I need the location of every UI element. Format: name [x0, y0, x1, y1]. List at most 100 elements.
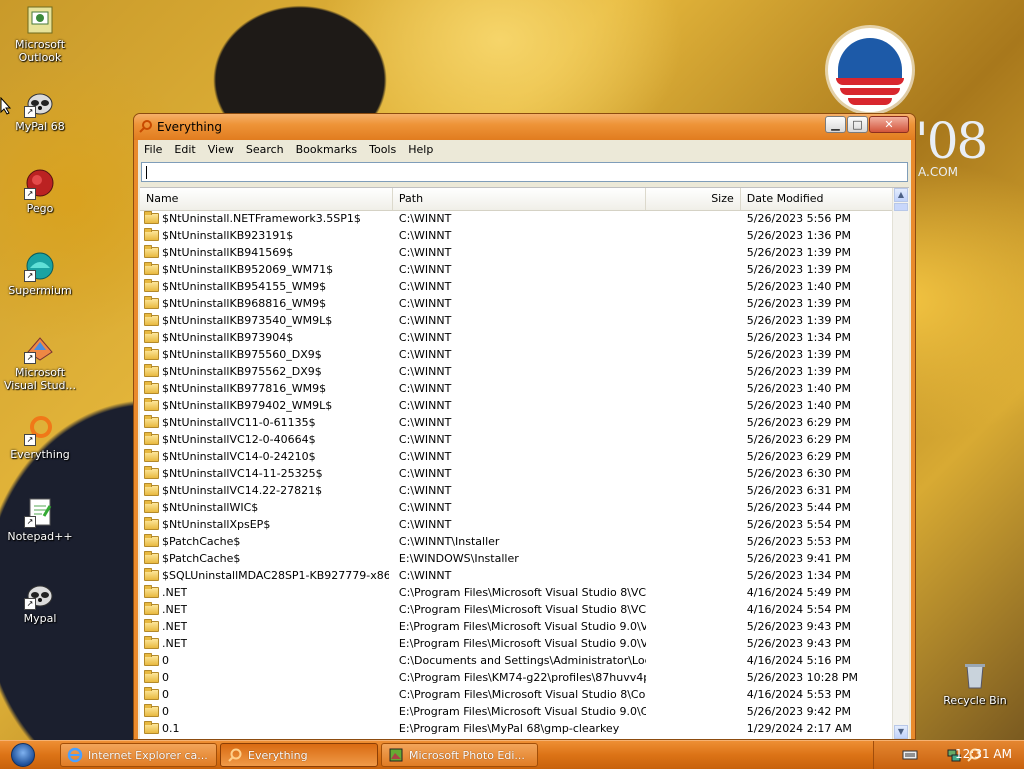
- table-row[interactable]: $NtUninstallKB952069_WM71$ C:\WINNT 5/26/2…: [140, 261, 893, 278]
- window-titlebar[interactable]: Everything ▁ □ ✕: [134, 114, 915, 140]
- wallpaper-site: A.COM: [918, 165, 958, 179]
- taskbar-button-everything[interactable]: Everything: [220, 743, 378, 767]
- desktop-icon-label: Everything: [10, 448, 70, 461]
- cell-size: [646, 635, 741, 652]
- desktop-icon-everything[interactable]: ↗ Everything: [1, 414, 79, 461]
- desktop-icon-visual-studio[interactable]: ↗ Microsoft Visual Stud...: [1, 332, 79, 392]
- minimize-button[interactable]: ▁: [825, 116, 846, 133]
- results-list[interactable]: Name Path Size Date Modified $NtUninstal…: [140, 187, 909, 739]
- cell-name: 0.1: [140, 720, 393, 737]
- table-row[interactable]: $NtUninstallKB954155_WM9$ C:\WINNT 5/26/20…: [140, 278, 893, 295]
- taskbar-button-internet-explorer[interactable]: Internet Explorer ca...: [60, 743, 217, 767]
- table-row[interactable]: $NtUninstallKB979402_WM9L$ C:\WINNT 5/26/2…: [140, 397, 893, 414]
- search-input[interactable]: [141, 162, 908, 182]
- desktop-icon-label: Microsoft Visual Stud...: [3, 366, 77, 392]
- folder-icon: [144, 636, 159, 649]
- table-row[interactable]: $NtUninstallWIC$ C:\WINNT 5/26/2023 5:44 P…: [140, 499, 893, 516]
- cell-size: [646, 703, 741, 720]
- table-row[interactable]: $NtUninstallVC14.22-27821$ C:\WINNT 5/26/2…: [140, 482, 893, 499]
- menu-view[interactable]: View: [202, 140, 240, 160]
- desktop-icon-outlook[interactable]: Microsoft Outlook: [1, 4, 79, 64]
- table-row[interactable]: $PatchCache$ E:\WINDOWS\Installer 5/26/202…: [140, 550, 893, 567]
- taskbar-button-photo-editor[interactable]: Microsoft Photo Edi...: [381, 743, 538, 767]
- desktop-icon-notepadpp[interactable]: ↗ Notepad++: [1, 496, 79, 543]
- close-button[interactable]: ✕: [869, 116, 909, 133]
- cell-size: [646, 448, 741, 465]
- desktop-icon-mypal-68[interactable]: ↗ MyPal 68: [1, 86, 79, 133]
- column-header-date-modified[interactable]: Date Modified: [741, 188, 894, 210]
- table-row[interactable]: $NtUninstallXpsEP$ C:\WINNT 5/26/2023 5:54…: [140, 516, 893, 533]
- column-header-path[interactable]: Path: [393, 188, 646, 210]
- table-row[interactable]: $NtUninstallVC14-0-24210$ C:\WINNT 5/26/20…: [140, 448, 893, 465]
- cell-name: $PatchCache$: [140, 533, 393, 550]
- folder-icon: [144, 534, 159, 547]
- table-row[interactable]: $NtUninstallKB973904$ C:\WINNT 5/26/2023 1…: [140, 329, 893, 346]
- menu-tools[interactable]: Tools: [363, 140, 402, 160]
- table-row[interactable]: $NtUninstallKB975562_DX9$ C:\WINNT 5/26/20…: [140, 363, 893, 380]
- menu-search[interactable]: Search: [240, 140, 290, 160]
- cell-size: [646, 567, 741, 584]
- table-row[interactable]: 0 C:\Program Files\KM74-g22\profiles\87hu…: [140, 669, 893, 686]
- menu-edit[interactable]: Edit: [168, 140, 201, 160]
- folder-icon: [144, 364, 159, 377]
- file-name: $NtUninstallKB954155_WM9$: [162, 280, 327, 293]
- file-name: $NtUninstallKB968816_WM9$: [162, 297, 327, 310]
- taskbar-clock[interactable]: 12:31 AM: [955, 747, 1012, 761]
- vertical-scrollbar[interactable]: ▲ ▼: [892, 188, 909, 739]
- cell-date-modified: 5/26/2023 1:36 PM: [746, 229, 852, 242]
- cell-date-modified: 5/26/2023 1:40 PM: [746, 399, 852, 412]
- table-row[interactable]: $NtUninstallVC11-0-61135$ C:\WINNT 5/26/20…: [140, 414, 893, 431]
- table-row[interactable]: $NtUninstallKB968816_WM9$ C:\WINNT 5/26/20…: [140, 295, 893, 312]
- table-row[interactable]: .NET C:\Program Files\Microsoft Visual St…: [140, 601, 893, 618]
- table-row[interactable]: $NtUninstallKB977816_WM9$ C:\WINNT 5/26/20…: [140, 380, 893, 397]
- table-row[interactable]: $NtUninstall.NETFramework3.5SP1$ C:\WINNT…: [140, 210, 893, 227]
- table-row[interactable]: 0 E:\Program Files\Microsoft Visual Studi…: [140, 703, 893, 720]
- table-row[interactable]: 0 C:\Program Files\Microsoft Visual Studi…: [140, 686, 893, 703]
- cell-path: C:\WINNT: [398, 484, 452, 497]
- cell-path: C:\WINNT: [398, 416, 452, 429]
- cell-path: C:\WINNT: [398, 212, 452, 225]
- table-row[interactable]: $NtUninstallKB975560_DX9$ C:\WINNT 5/26/20…: [140, 346, 893, 363]
- cell-size: [646, 414, 741, 431]
- table-row[interactable]: $NtUninstallVC12-0-40664$ C:\WINNT 5/26/20…: [140, 431, 893, 448]
- desktop-icon-pego[interactable]: ↗ Pego: [1, 168, 79, 215]
- cell-path: C:\WINNT: [398, 263, 452, 276]
- cell-name: $NtUninstallKB977816_WM9$: [140, 380, 393, 397]
- table-row[interactable]: $NtUninstallKB973540_WM9L$ C:\WINNT 5/26/2…: [140, 312, 893, 329]
- table-row[interactable]: $NtUninstallKB923191$ C:\WINNT 5/26/2023 1…: [140, 227, 893, 244]
- column-header-name[interactable]: Name: [140, 188, 393, 210]
- cell-name: $NtUninstallKB973904$: [140, 329, 393, 346]
- folder-icon: [144, 398, 159, 411]
- table-row[interactable]: .NET E:\Program Files\Microsoft Visual St…: [140, 635, 893, 652]
- table-row[interactable]: $NtUninstallVC14-11-25325$ C:\WINNT 5/26/2…: [140, 465, 893, 482]
- cell-path: E:\WINDOWS\Installer: [398, 552, 519, 565]
- scroll-thumb[interactable]: [894, 203, 908, 211]
- menu-bookmarks[interactable]: Bookmarks: [290, 140, 363, 160]
- scroll-up-arrow-icon[interactable]: ▲: [894, 188, 908, 202]
- system-tray: 12:31 AM: [873, 741, 1024, 769]
- desktop-icon-label: MyPal 68: [15, 120, 65, 133]
- table-row[interactable]: 0 C:\Documents and Settings\Administrator…: [140, 652, 893, 669]
- file-name: $NtUninstallKB977816_WM9$: [162, 382, 327, 395]
- menu-help[interactable]: Help: [402, 140, 439, 160]
- table-row[interactable]: .NET C:\Program Files\Microsoft Visual St…: [140, 584, 893, 601]
- menu-file[interactable]: File: [138, 140, 168, 160]
- keyboard-icon[interactable]: [902, 747, 918, 763]
- table-row[interactable]: $SQLUninstallMDAC28SP1-KB927779-x86-E...…: [140, 567, 893, 584]
- table-row[interactable]: $PatchCache$ C:\WINNT\Installer 5/26/2023 …: [140, 533, 893, 550]
- desktop-icon-recycle-bin[interactable]: Recycle Bin: [936, 660, 1014, 707]
- desktop-icon-mypal[interactable]: ↗ Mypal: [1, 578, 79, 625]
- start-button[interactable]: [6, 743, 40, 767]
- folder-icon: [144, 330, 159, 343]
- desktop-icon-supermium[interactable]: ↗ Supermium: [1, 250, 79, 297]
- column-header-size[interactable]: Size: [646, 188, 741, 210]
- table-row[interactable]: 0.1 E:\Program Files\MyPal 68\gmp-clearke…: [140, 720, 893, 737]
- desktop-icon-label: Microsoft Outlook: [14, 38, 66, 64]
- scroll-down-arrow-icon[interactable]: ▼: [894, 725, 908, 739]
- table-row[interactable]: .NET E:\Program Files\Microsoft Visual St…: [140, 618, 893, 635]
- maximize-button[interactable]: □: [847, 116, 868, 133]
- table-row[interactable]: $NtUninstallKB941569$ C:\WINNT 5/26/2023 1…: [140, 244, 893, 261]
- cell-path: E:\Program Files\Microsoft Visual Studio…: [398, 637, 646, 650]
- cell-date-modified: 5/26/2023 6:29 PM: [746, 450, 852, 463]
- cell-size: [646, 397, 741, 414]
